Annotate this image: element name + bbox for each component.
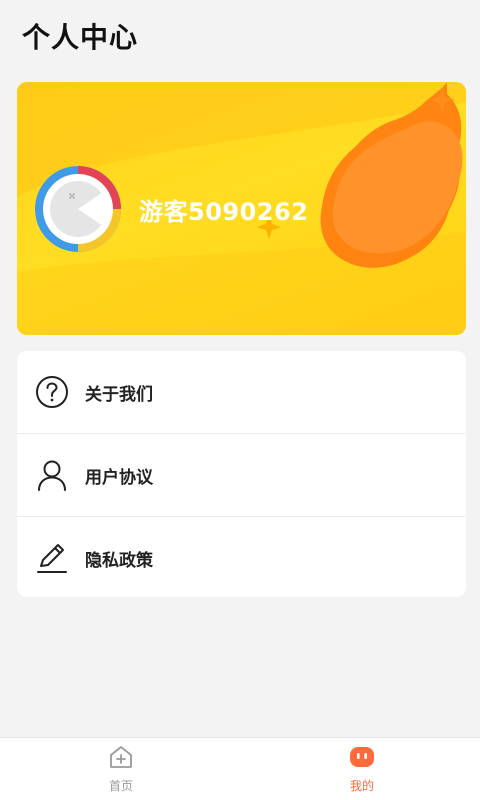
menu-item-about-us[interactable]: 关于我们 — [17, 351, 466, 433]
home-plus-icon — [108, 744, 134, 774]
question-circle-icon — [34, 374, 70, 410]
tab-mine[interactable]: 我的 — [302, 738, 422, 800]
menu-list: 关于我们 用户协议 隐私政策 — [17, 351, 466, 597]
profile-card[interactable]: 游客5090262 — [17, 82, 466, 335]
tab-home-label: 首页 — [108, 779, 133, 793]
menu-item-label: 关于我们 — [85, 384, 153, 405]
page-title: 个人中心 — [22, 21, 139, 54]
bottom-tab-bar: 首页 我的 — [0, 737, 480, 800]
mine-face-icon — [349, 744, 375, 774]
user-icon — [34, 457, 70, 493]
tab-mine-label: 我的 — [349, 779, 374, 793]
tab-home[interactable]: 首页 — [61, 738, 181, 800]
username: 游客5090262 — [139, 198, 309, 226]
menu-item-label: 用户协议 — [85, 467, 153, 488]
menu-item-user-agreement[interactable]: 用户协议 — [17, 433, 466, 516]
avatar[interactable] — [33, 164, 123, 254]
avatar-icon — [35, 166, 121, 252]
menu-item-privacy-policy[interactable]: 隐私政策 — [17, 516, 466, 597]
menu-item-label: 隐私政策 — [85, 550, 153, 571]
pencil-icon — [34, 540, 70, 576]
